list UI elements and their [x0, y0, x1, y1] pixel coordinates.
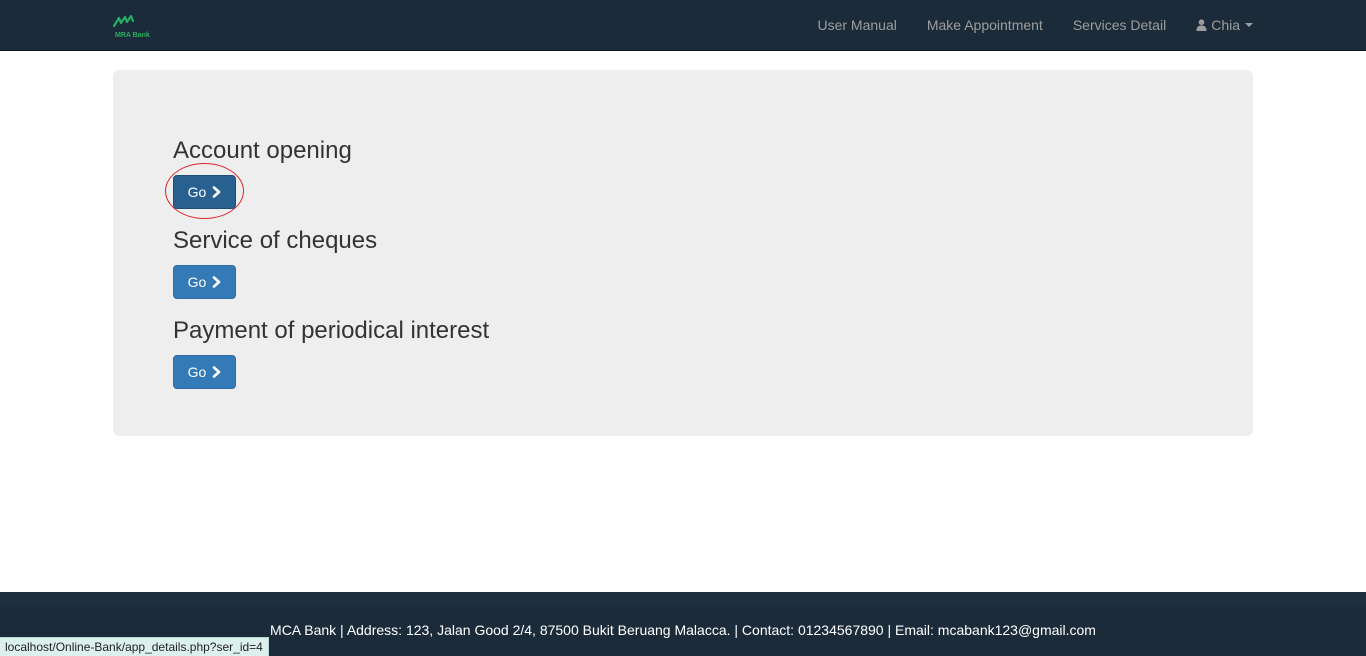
chevron-right-icon — [213, 186, 221, 198]
go-button-account-opening[interactable]: Go — [173, 175, 236, 209]
service-cheques: Service of cheques Go — [173, 227, 378, 299]
top-navbar: MRA Bank User Manual Make Appointment Se… — [0, 0, 1366, 51]
go-button-label: Go — [187, 184, 207, 200]
user-icon — [1196, 19, 1207, 31]
service-title: Account opening — [173, 137, 352, 164]
go-button-periodical-interest[interactable]: Go — [173, 355, 236, 389]
chevron-right-icon — [213, 276, 221, 288]
caret-down-icon — [1245, 23, 1253, 27]
service-title: Payment of periodical interest — [173, 317, 490, 344]
service-title: Service of cheques — [173, 227, 378, 254]
nav-services-detail[interactable]: Services Detail — [1058, 0, 1181, 50]
services-panel: Account opening Go Service of cheques Go… — [113, 70, 1253, 436]
chevron-right-icon — [213, 366, 221, 378]
service-account-opening: Account opening Go — [165, 137, 352, 219]
footer-divider — [0, 592, 1366, 607]
nav-make-appointment[interactable]: Make Appointment — [912, 0, 1058, 50]
nav-links: User Manual Make Appointment Services De… — [802, 0, 1253, 50]
link-status-bar: localhost/Online-Bank/app_details.php?se… — [0, 637, 269, 656]
nav-user-manual[interactable]: User Manual — [802, 0, 911, 50]
user-dropdown[interactable]: Chia — [1181, 0, 1253, 50]
go-button-label: Go — [187, 364, 207, 380]
brand-logo[interactable]: MRA Bank — [113, 14, 163, 42]
go-button-service-of-cheques[interactable]: Go — [173, 265, 236, 299]
brand-name: MRA Bank — [115, 32, 150, 39]
footer-contact-info: MCA Bank | Address: 123, Jalan Good 2/4,… — [270, 622, 1096, 638]
service-periodical-interest: Payment of periodical interest Go — [173, 317, 490, 389]
mra-logo-icon — [113, 14, 135, 28]
user-name: Chia — [1211, 17, 1240, 33]
go-button-label: Go — [187, 274, 207, 290]
